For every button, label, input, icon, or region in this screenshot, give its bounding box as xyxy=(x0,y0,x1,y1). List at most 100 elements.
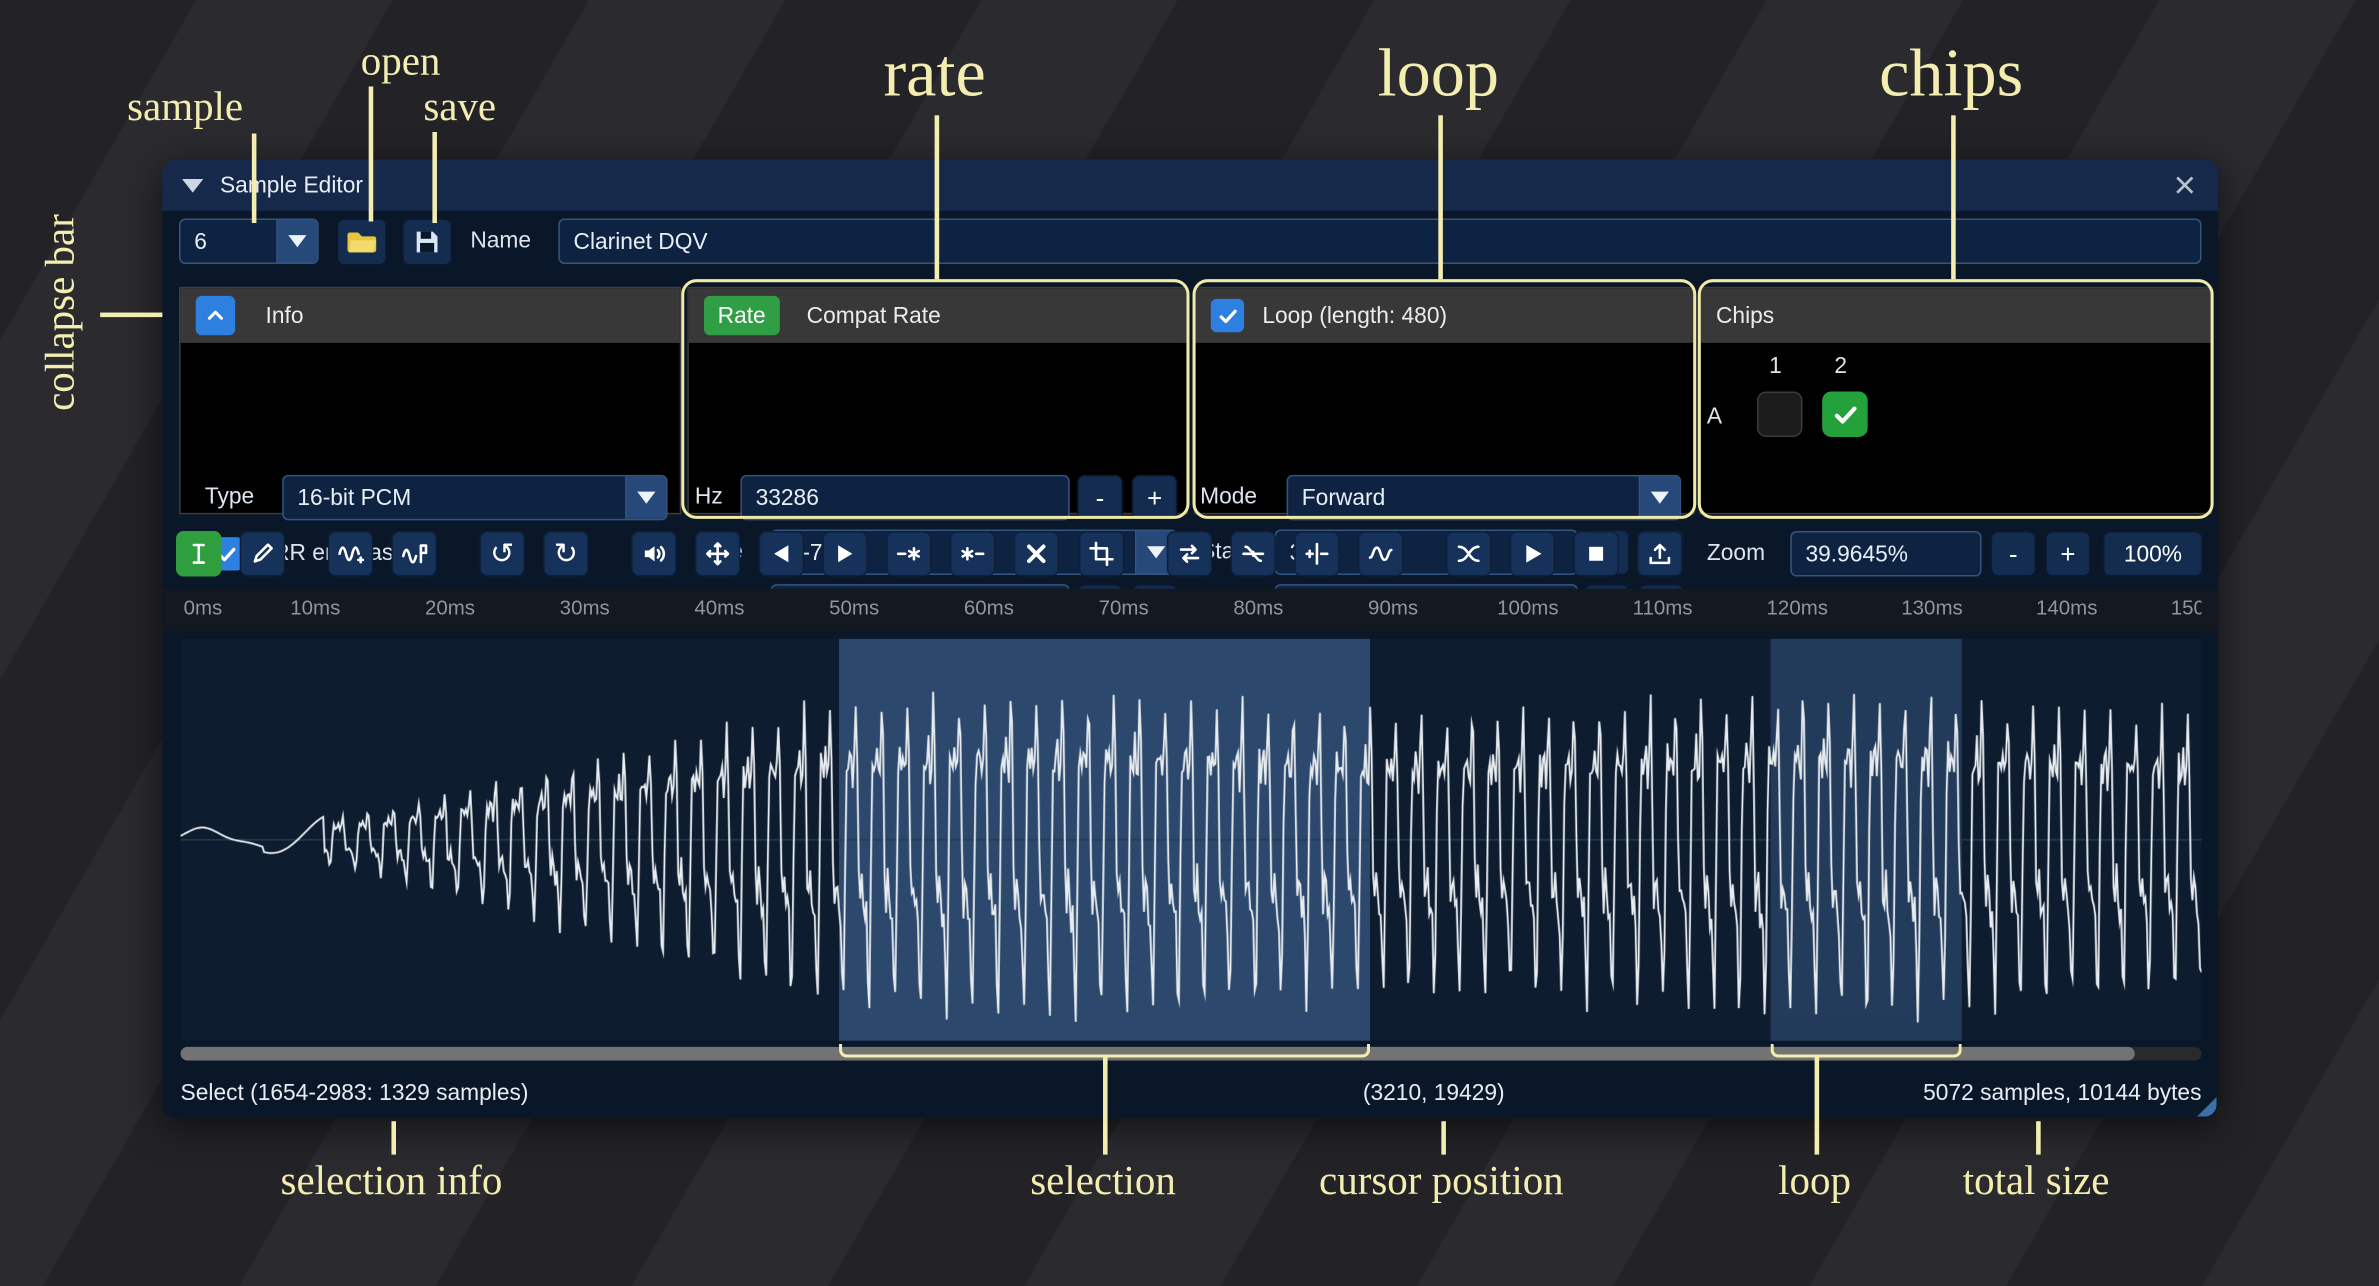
delete-icon xyxy=(1023,540,1050,567)
timeline-labels: 0ms10ms20ms30ms40ms50ms60ms70ms80ms90ms1… xyxy=(181,589,2202,631)
loop-mode-dropdown-button[interactable] xyxy=(1639,476,1680,518)
zoom-input[interactable] xyxy=(1790,531,1981,577)
timeline-label: 90ms xyxy=(1368,596,1418,619)
normalize-button[interactable] xyxy=(695,531,741,577)
type-dropdown-button[interactable] xyxy=(625,476,666,518)
save-floppy-icon xyxy=(413,228,442,257)
stop-preview-button[interactable] xyxy=(1573,531,1619,577)
annotation-line-selection-info xyxy=(391,1121,395,1154)
titlebar[interactable]: Sample Editor xyxy=(162,159,2218,211)
draw-mode-button[interactable] xyxy=(240,531,286,577)
loop-mode-select[interactable]: Forward xyxy=(1287,475,1681,521)
sample-number-dropdown-button[interactable] xyxy=(276,220,317,262)
loop-mode-value: Forward xyxy=(1302,485,1385,511)
timeline-label: 70ms xyxy=(1099,596,1149,619)
zoom-plus-button[interactable]: + xyxy=(2045,531,2091,577)
annotation-open: open xyxy=(361,38,441,85)
type-select[interactable]: 16-bit PCM xyxy=(282,475,667,521)
trim-icon xyxy=(1088,540,1115,567)
select-mode-icon xyxy=(185,540,212,567)
hz-label: Hz xyxy=(695,475,723,521)
hz-plus-button[interactable]: + xyxy=(1132,475,1178,521)
chips-panel-title: Chips xyxy=(1716,303,1774,329)
rate-badge-button[interactable]: Rate xyxy=(704,296,779,335)
insert-silence-button[interactable] xyxy=(886,531,932,577)
timeline-label: 30ms xyxy=(560,596,610,619)
timeline-ruler[interactable]: 0ms10ms20ms30ms40ms50ms60ms70ms80ms90ms1… xyxy=(162,589,2218,631)
upload-button[interactable] xyxy=(1637,531,1683,577)
timeline-label: 110ms xyxy=(1633,596,1693,619)
preview-icon xyxy=(1519,540,1546,567)
window-collapse-icon[interactable] xyxy=(182,178,203,192)
invert-button[interactable] xyxy=(1230,531,1276,577)
undo-button[interactable]: ↺ xyxy=(479,531,525,577)
reverse-button[interactable] xyxy=(1167,531,1213,577)
filter-icon xyxy=(1367,540,1394,567)
open-button[interactable] xyxy=(337,218,387,265)
chip-a-2-checkbox[interactable] xyxy=(1822,391,1868,437)
selection-info-text: Select (1654-2983: 1329 samples) xyxy=(181,1071,529,1117)
sample-number-select[interactable]: 6 xyxy=(179,218,319,264)
resample-button[interactable] xyxy=(328,531,374,577)
annotation-save: save xyxy=(423,83,496,130)
delete-button[interactable] xyxy=(1014,531,1060,577)
loop-checkbox[interactable] xyxy=(1211,299,1244,332)
fade-out-button[interactable] xyxy=(822,531,868,577)
mode-label: Mode xyxy=(1200,475,1257,521)
annotation-total-size: total size xyxy=(1963,1158,2110,1205)
scrollbar-handle[interactable] xyxy=(181,1047,2135,1061)
filter-button[interactable] xyxy=(1358,531,1404,577)
hz-input[interactable] xyxy=(740,475,1069,521)
save-button[interactable] xyxy=(402,218,452,265)
fade-in-button[interactable] xyxy=(759,531,805,577)
zoom-reset-button[interactable]: 100% xyxy=(2103,531,2203,577)
timeline-label: 120ms xyxy=(1767,596,1828,619)
rate-panel-header: Rate Compat Rate xyxy=(689,288,1187,343)
rate-panel-title: Compat Rate xyxy=(807,303,941,329)
apply-silence-button[interactable] xyxy=(950,531,996,577)
resize-grip[interactable] xyxy=(2197,1097,2217,1117)
waveform-canvas xyxy=(181,639,2202,1041)
timeline-label: 10ms xyxy=(290,596,340,619)
crossfade-button[interactable] xyxy=(1446,531,1492,577)
check-icon xyxy=(1216,304,1239,327)
timeline-label: 80ms xyxy=(1233,596,1283,619)
chevron-up-icon xyxy=(203,303,227,327)
annotation-chips: chips xyxy=(1879,33,2023,112)
name-input[interactable] xyxy=(558,218,2201,264)
hz-minus-button[interactable]: - xyxy=(1077,475,1123,521)
loop-panel-title: Loop (length: 480) xyxy=(1262,303,1447,329)
timeline-label: 60ms xyxy=(964,596,1014,619)
redo-button[interactable]: ↻ xyxy=(543,531,589,577)
sign-icon xyxy=(1303,540,1330,567)
preview-button[interactable] xyxy=(1510,531,1556,577)
timeline-label: 20ms xyxy=(425,596,475,619)
timeline-label: 130ms xyxy=(1901,596,1962,619)
fade-in-icon xyxy=(768,540,795,567)
undo-icon: ↺ xyxy=(490,539,514,568)
waveform-scrollbar[interactable] xyxy=(181,1047,2202,1061)
stop-preview-icon xyxy=(1582,540,1609,567)
annotation-loop: loop xyxy=(1378,33,1499,112)
create-wavetable-icon xyxy=(401,540,428,567)
collapse-bar-button[interactable] xyxy=(196,296,235,335)
insert-silence-icon xyxy=(895,540,922,567)
create-wavetable-button[interactable] xyxy=(391,531,437,577)
fade-out-icon xyxy=(831,540,858,567)
waveform-view[interactable] xyxy=(181,639,2202,1041)
chip-column-1: 1 xyxy=(1769,344,1782,390)
select-mode-button[interactable] xyxy=(176,531,222,577)
annotation-cursor-position: cursor position xyxy=(1319,1158,1564,1205)
close-icon[interactable] xyxy=(2174,174,2195,195)
annotation-collapse-bar: collapse bar xyxy=(37,214,84,411)
draw-mode-icon xyxy=(249,540,276,567)
crossfade-icon xyxy=(1455,540,1482,567)
chip-column-2: 2 xyxy=(1834,344,1847,390)
zoom-minus-button[interactable]: - xyxy=(1991,531,2037,577)
chip-a-1-checkbox[interactable] xyxy=(1757,391,1803,437)
reverse-icon xyxy=(1176,540,1203,567)
sign-button[interactable] xyxy=(1294,531,1340,577)
amplify-button[interactable] xyxy=(631,531,677,577)
trim-button[interactable] xyxy=(1079,531,1125,577)
cursor-position-text: (3210, 19429) xyxy=(1363,1071,1505,1117)
